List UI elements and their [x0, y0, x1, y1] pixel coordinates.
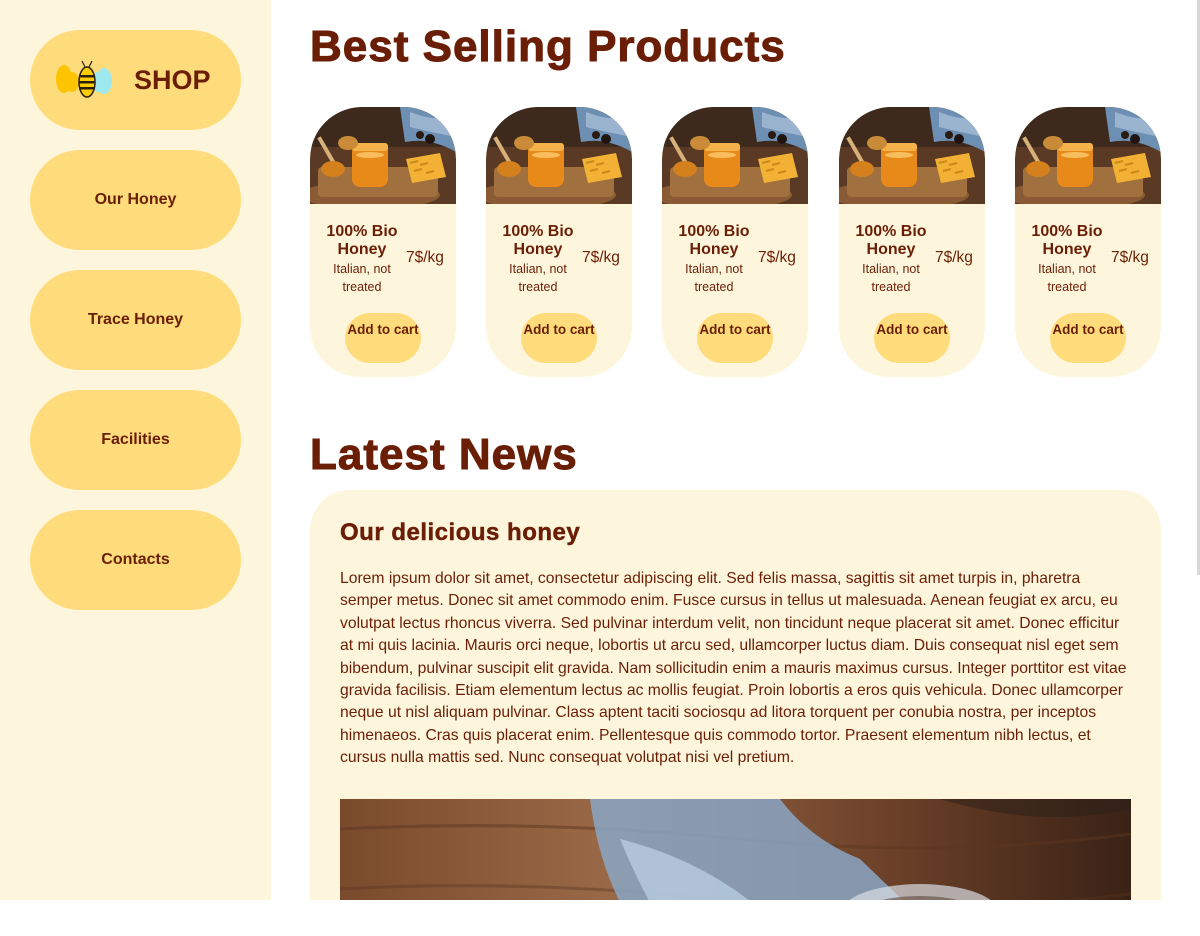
product-name: 100% Bio Honey	[855, 223, 927, 258]
sidebar-item-label: Contacts	[101, 551, 170, 568]
logo-link[interactable]: SHOP	[30, 30, 241, 130]
latest-news-title: Latest News	[310, 430, 578, 480]
page-bottom-fade	[0, 900, 1200, 936]
add-to-cart-button[interactable]: Add to cart	[697, 313, 773, 363]
logo-text: SHOP	[134, 64, 211, 95]
add-to-cart-button[interactable]: Add to cart	[1050, 313, 1126, 363]
sidebar-item-label: Facilities	[101, 431, 170, 448]
product-card[interactable]: 100% Bio Honey Italian, not treated 7$/k…	[1015, 107, 1161, 377]
product-name: 100% Bio Honey	[1031, 223, 1103, 258]
honey-jar-image	[839, 107, 985, 204]
product-card[interactable]: 100% Bio Honey Italian, not treated 7$/k…	[310, 107, 456, 377]
bee-icon	[56, 60, 112, 98]
article-body: Lorem ipsum dolor sit amet, consectetur …	[340, 570, 1127, 767]
sidebar-item-facilities[interactable]: Facilities	[30, 390, 241, 490]
sidebar: SHOP Our Honey Trace Honey Facilities Co…	[0, 0, 271, 900]
product-card[interactable]: 100% Bio Honey Italian, not treated 7$/k…	[662, 107, 808, 377]
product-name: 100% Bio Honey	[326, 223, 398, 258]
product-subtitle: Italian, not treated	[333, 262, 391, 294]
product-subtitle: Italian, not treated	[1038, 262, 1096, 294]
news-article: Our delicious honey Lorem ipsum dolor si…	[310, 490, 1161, 936]
product-card[interactable]: 100% Bio Honey Italian, not treated 7$/k…	[486, 107, 632, 377]
main-content[interactable]: Best Selling Products 100% Bio Honey Ita…	[271, 0, 1200, 936]
article-heading: Our delicious honey	[340, 519, 581, 547]
product-subtitle: Italian, not treated	[862, 262, 920, 294]
sidebar-item-our-honey[interactable]: Our Honey	[30, 150, 241, 250]
sidebar-item-label: Our Honey	[94, 191, 177, 208]
product-price: 7$/kg	[582, 249, 620, 266]
product-card[interactable]: 100% Bio Honey Italian, not treated 7$/k…	[839, 107, 985, 377]
honey-jar-image	[486, 107, 632, 204]
product-name: 100% Bio Honey	[502, 223, 574, 258]
product-price: 7$/kg	[406, 249, 444, 266]
product-price: 7$/kg	[758, 249, 796, 266]
product-price: 7$/kg	[1111, 249, 1149, 266]
add-to-cart-button[interactable]: Add to cart	[521, 313, 597, 363]
product-subtitle: Italian, not treated	[685, 262, 743, 294]
add-to-cart-button[interactable]: Add to cart	[874, 313, 950, 363]
honey-jar-image	[662, 107, 808, 204]
best-selling-title: Best Selling Products	[310, 22, 786, 72]
honey-jar-image	[310, 107, 456, 204]
sidebar-item-label: Trace Honey	[87, 311, 184, 328]
sidebar-item-contacts[interactable]: Contacts	[30, 510, 241, 610]
add-to-cart-button[interactable]: Add to cart	[345, 313, 421, 363]
product-subtitle: Italian, not treated	[509, 262, 567, 294]
sidebar-item-trace-honey[interactable]: Trace Honey	[30, 270, 241, 370]
honey-jar-image	[1015, 107, 1161, 204]
product-price: 7$/kg	[935, 249, 973, 266]
product-name: 100% Bio Honey	[678, 223, 750, 258]
